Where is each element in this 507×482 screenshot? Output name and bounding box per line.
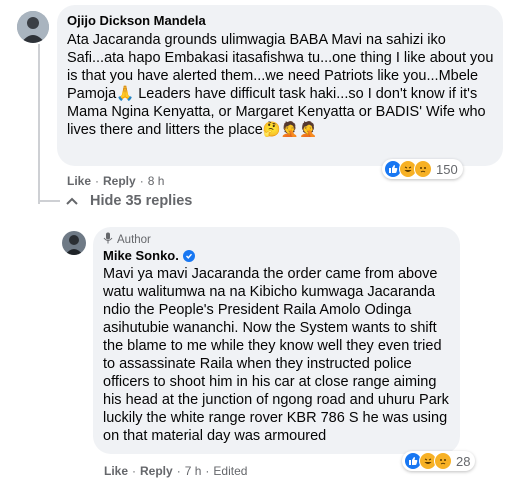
sad-icon [414,160,432,178]
separator: · [132,464,137,478]
comment-author[interactable]: Ojijo Dickson Mandela [67,13,206,28]
comment-text: Ata Jacaranda grounds ulimwagia BABA Mav… [67,32,494,138]
author-badge-label: Author [117,233,151,246]
hide-replies-label: Hide 35 replies [90,193,193,209]
thread-line [38,44,40,204]
separator: · [139,174,144,188]
hide-replies-button[interactable]: Hide 35 replies [66,193,192,209]
commenter-avatar[interactable] [17,11,49,43]
comment-actions: Like · Reply · 8 h [67,174,164,188]
separator: · [205,464,210,478]
reply-author[interactable]: Mike Sonko. [103,248,179,263]
verified-icon [182,249,195,262]
reaction-count: 28 [456,453,471,469]
reply-link[interactable]: Reply [103,174,136,188]
chevron-up-icon [66,193,80,209]
reaction-summary[interactable]: 150 [382,159,463,179]
reaction-summary[interactable]: 28 [402,451,476,471]
edited-label: Edited [213,464,248,478]
sad-icon [434,452,452,470]
reply-actions: Like · Reply · 7 h · Edited [104,464,247,478]
reply-bubble: Author Mike Sonko. Mavi ya mavi Jacarand… [93,227,460,454]
like-link[interactable]: Like [104,464,128,478]
author-badge: Author [103,232,151,247]
comment-bubble: Ojijo Dickson Mandela Ata Jacaranda grou… [57,5,503,166]
separator: · [95,174,100,188]
reply-text: Mavi ya mavi Jacaranda the order came fr… [103,266,449,444]
timestamp[interactable]: 7 h [185,464,202,478]
reaction-count: 150 [436,161,458,177]
thread-branch [38,200,60,202]
microphone-icon [103,232,113,247]
separator: · [176,464,181,478]
reply-link[interactable]: Reply [140,464,173,478]
reply-avatar[interactable] [62,231,86,255]
reply-author-row: Mike Sonko. [103,248,195,263]
timestamp[interactable]: 8 h [148,174,165,188]
like-link[interactable]: Like [67,174,91,188]
